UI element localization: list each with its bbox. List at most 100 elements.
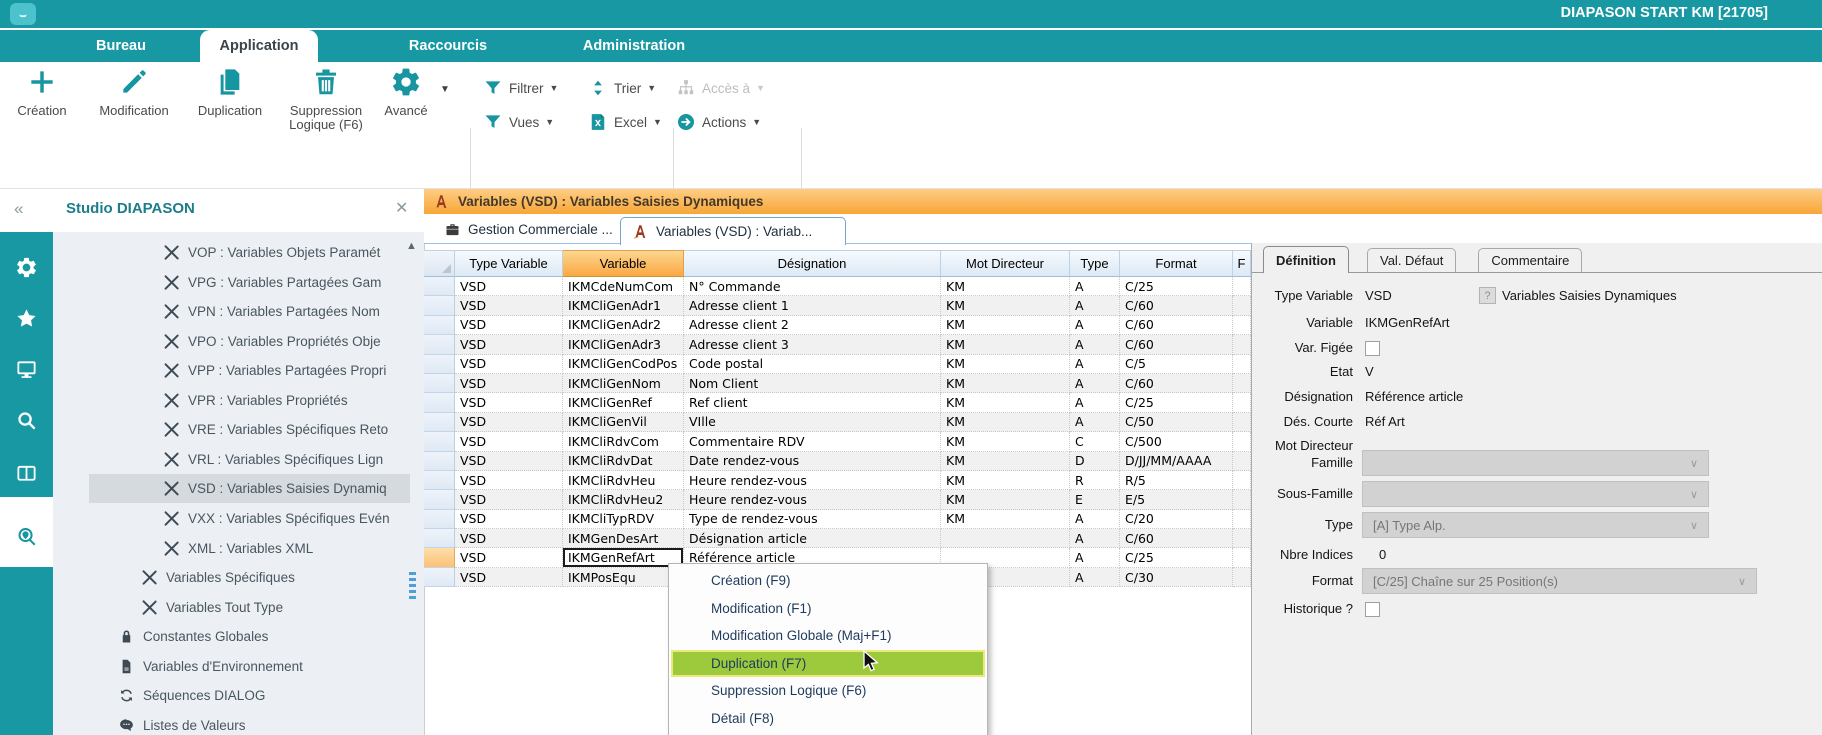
select-famille[interactable]: ∨ <box>1362 450 1709 476</box>
table-cell[interactable]: C/5 <box>1120 355 1233 374</box>
sidebar-item-vop[interactable]: VOP : Variables Objets Paramét <box>89 238 410 267</box>
sidebar-item-vpn[interactable]: VPN : Variables Partagées Nom <box>89 297 410 326</box>
context-menu-item-suppression-logique-f6-[interactable]: Suppression Logique (F6) <box>671 677 985 705</box>
table-cell[interactable]: IKMPosEqu <box>563 568 684 587</box>
menu-tab-bureau[interactable]: Bureau <box>62 30 180 62</box>
tab-variables-vsd[interactable]: Variables (VSD) : Variab... <box>620 217 846 245</box>
context-menu-item-d-tail-f8-[interactable]: Détail (F8) <box>671 705 985 733</box>
table-cell[interactable]: VSD <box>455 432 563 451</box>
table-cell[interactable]: Adresse client 2 <box>684 316 941 335</box>
table-cell[interactable]: KM <box>941 277 1070 296</box>
table-cell[interactable]: A <box>1070 413 1120 432</box>
table-cell[interactable]: IKMCliRdvHeu <box>563 471 684 490</box>
app-logo-icon[interactable] <box>10 3 36 25</box>
table-cell[interactable]: Heure rendez-vous <box>684 490 941 509</box>
context-menu-item-cr-ation-f9-[interactable]: Création (F9) <box>671 567 985 595</box>
table-cell[interactable]: C/60 <box>1120 529 1233 548</box>
row-selector-cell[interactable] <box>424 277 455 296</box>
table-cell[interactable]: KM <box>941 355 1070 374</box>
table-cell[interactable]: C/25 <box>1120 277 1233 296</box>
table-cell[interactable]: VSD <box>455 277 563 296</box>
table-cell[interactable]: IKMCliTypRDV <box>563 510 684 529</box>
table-cell[interactable]: A <box>1070 374 1120 393</box>
menu-tab-administration[interactable]: Administration <box>552 30 716 62</box>
table-cell[interactable]: A <box>1070 393 1120 412</box>
table-cell[interactable]: Ref client <box>684 393 941 412</box>
strip-columns-icon[interactable] <box>0 456 53 496</box>
table-cell[interactable]: C/60 <box>1120 374 1233 393</box>
column-header-variable[interactable]: Variable <box>563 250 684 277</box>
column-header-mot-directeur[interactable]: Mot Directeur <box>941 250 1070 277</box>
select-type[interactable]: [A] Type Alp.∨ <box>1362 512 1709 538</box>
column-header-type[interactable]: Type <box>1070 250 1120 277</box>
table-cell[interactable]: IKMCliGenAdr2 <box>563 316 684 335</box>
table-cell[interactable]: C/500 <box>1120 432 1233 451</box>
table-cell[interactable]: C/25 <box>1120 393 1233 412</box>
table-cell[interactable]: IKMCliGenNom <box>563 374 684 393</box>
table-row[interactable]: VSDIKMCliGenRefRef clientKMAC/25 <box>424 393 1251 412</box>
table-cell[interactable]: A <box>1070 529 1120 548</box>
table-select-all-cell[interactable] <box>424 250 455 277</box>
table-cell[interactable]: E/5 <box>1120 490 1233 509</box>
table-cell[interactable]: R <box>1070 471 1120 490</box>
table-row[interactable]: VSDIKMCliRdvDatDate rendez-vousKMDD/JJ/M… <box>424 452 1251 471</box>
table-cell[interactable]: VSD <box>455 355 563 374</box>
ribbon-button-actions[interactable]: Actions▼ <box>676 112 761 132</box>
help-button[interactable]: ? <box>1479 287 1496 304</box>
table-cell[interactable]: A <box>1070 335 1120 354</box>
table-cell[interactable]: A <box>1070 316 1120 335</box>
table-cell[interactable]: IKMCliGenAdr3 <box>563 335 684 354</box>
context-menu-item-duplication-f7-[interactable]: Duplication (F7) <box>671 650 985 678</box>
table-cell[interactable]: KM <box>941 471 1070 490</box>
row-selector-cell[interactable] <box>424 548 455 567</box>
table-cell[interactable]: VSD <box>455 510 563 529</box>
table-cell[interactable]: A <box>1070 355 1120 374</box>
table-cell[interactable] <box>941 529 1070 548</box>
table-cell[interactable]: IKMCliGenRef <box>563 393 684 412</box>
checkbox-var-fig-e[interactable] <box>1365 341 1380 356</box>
table-row[interactable]: VSDIKMCliRdvComCommentaire RDVKMCC/500 <box>424 432 1251 451</box>
table-row[interactable]: VSDIKMCliGenAdr3Adresse client 3KMAC/60 <box>424 335 1251 354</box>
menu-tab-raccourcis[interactable]: Raccourcis <box>386 30 510 62</box>
table-cell[interactable]: R/5 <box>1120 471 1233 490</box>
ribbon-button-suppression-logique-f6-[interactable]: Suppression Logique (F6) <box>278 66 374 132</box>
detail-tab-val-d-faut[interactable]: Val. Défaut <box>1367 248 1456 272</box>
table-cell[interactable]: Nom Client <box>684 374 941 393</box>
table-cell[interactable]: VSD <box>455 471 563 490</box>
table-cell[interactable]: VSD <box>455 296 563 315</box>
tab-gestion-commerciale[interactable]: Gestion Commerciale ... <box>434 217 640 242</box>
menu-tab-application[interactable]: Application <box>200 30 318 62</box>
sidebar-item-vxx[interactable]: VXX : Variables Spécifiques Evén <box>89 504 410 533</box>
table-cell[interactable]: KM <box>941 490 1070 509</box>
strip-star-icon[interactable] <box>0 301 53 341</box>
table-cell[interactable]: Date rendez-vous <box>684 452 941 471</box>
table-cell[interactable]: KM <box>941 335 1070 354</box>
table-cell[interactable]: A <box>1070 277 1120 296</box>
table-cell[interactable]: KM <box>941 432 1070 451</box>
row-selector-cell[interactable] <box>424 568 455 587</box>
sidebar-item-vpo[interactable]: VPO : Variables Propriétés Obje <box>89 327 410 356</box>
table-cell[interactable]: KM <box>941 374 1070 393</box>
column-header-type-variable[interactable]: Type Variable <box>455 250 563 277</box>
sidebar-item-vpp[interactable]: VPP : Variables Partagées Propri <box>89 356 410 385</box>
table-cell[interactable]: A <box>1070 510 1120 529</box>
table-cell[interactable]: C/25 <box>1120 548 1233 567</box>
table-cell[interactable]: C/50 <box>1120 413 1233 432</box>
table-cell[interactable]: IKMCliRdvDat <box>563 452 684 471</box>
table-cell[interactable]: VSD <box>455 490 563 509</box>
table-cell[interactable]: C <box>1070 432 1120 451</box>
ribbon-button-trier[interactable]: Trier▼ <box>588 78 656 98</box>
table-cell[interactable]: A <box>1070 568 1120 587</box>
ribbon-button-cr-ation[interactable]: Création <box>2 66 82 118</box>
table-row[interactable]: VSDIKMCliGenVilVIlleKMAC/50 <box>424 413 1251 432</box>
ribbon-button-vues[interactable]: Vues▼ <box>483 112 554 132</box>
table-cell[interactable]: VSD <box>455 393 563 412</box>
table-row[interactable]: VSDIKMCliGenCodPosCode postalKMAC/5 <box>424 355 1251 374</box>
row-selector-cell[interactable] <box>424 355 455 374</box>
table-cell[interactable]: Heure rendez-vous <box>684 471 941 490</box>
row-selector-cell[interactable] <box>424 335 455 354</box>
table-cell[interactable]: KM <box>941 510 1070 529</box>
column-header-format[interactable]: Format <box>1120 250 1233 277</box>
table-cell[interactable]: C/60 <box>1120 335 1233 354</box>
detail-tab-commentaire[interactable]: Commentaire <box>1478 248 1582 272</box>
